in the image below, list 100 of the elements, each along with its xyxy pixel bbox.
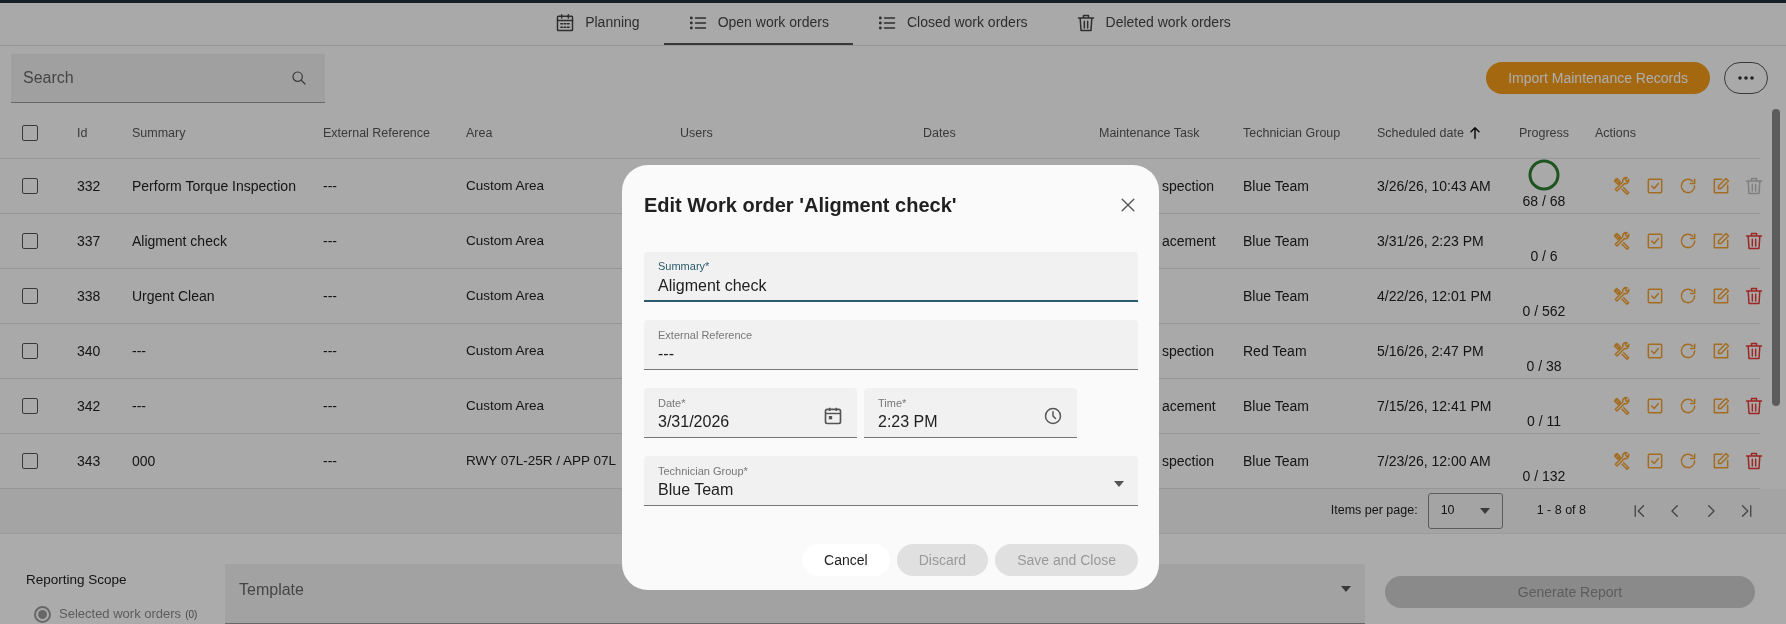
table-cell: Blue Team — [1243, 397, 1309, 414]
input-field[interactable]: External Reference --- — [644, 320, 1138, 370]
table-cell: RWY 07L-25R / APP 07L — [466, 453, 617, 469]
check-square-icon[interactable] — [1645, 176, 1665, 196]
edit-icon[interactable] — [1711, 176, 1731, 196]
table-cell: Blue Team — [1243, 232, 1309, 249]
table-cell: 000 — [132, 452, 156, 469]
caret-down-icon — [1341, 586, 1351, 592]
refresh-icon[interactable] — [1678, 231, 1698, 251]
checkbox[interactable] — [22, 453, 38, 469]
table-cell: --- — [323, 342, 337, 359]
tab[interactable]: Planning — [531, 2, 664, 45]
table-cell: --- — [323, 177, 337, 194]
progress-count: 0 / 6 — [1530, 246, 1558, 266]
table-cell: Custom Area — [466, 343, 545, 359]
tools-icon[interactable] — [1612, 451, 1632, 471]
edit-icon[interactable] — [1711, 451, 1731, 471]
delete-icon[interactable] — [1744, 396, 1764, 416]
tab[interactable]: Deleted work orders — [1051, 2, 1255, 45]
progress-count: 0 / 132 — [1522, 466, 1566, 486]
dialog-title: Edit Work order 'Aligment check' — [644, 193, 957, 217]
checkbox[interactable] — [22, 125, 38, 141]
column-header: Maintenance Task — [1099, 124, 1200, 142]
refresh-icon[interactable] — [1678, 176, 1698, 196]
table-cell: 3/26/26, 10:43 AM — [1377, 177, 1491, 194]
table-cell: Blue Team — [1243, 452, 1309, 469]
column-header: Progress — [1519, 124, 1570, 142]
checkbox[interactable] — [22, 343, 38, 359]
date-field[interactable]: Date* 3/31/2026 — [644, 388, 857, 438]
table-cell: 338 — [77, 287, 101, 304]
tab[interactable]: Open work orders — [663, 2, 853, 45]
table-cell: Aligment check — [132, 232, 227, 249]
table-cell: --- — [323, 287, 337, 304]
table-cell: Blue Team — [1243, 177, 1309, 194]
table-cell: 343 — [77, 452, 101, 469]
table-cell: Custom Area — [466, 178, 545, 194]
delete-icon[interactable] — [1744, 451, 1764, 471]
refresh-icon[interactable] — [1678, 451, 1698, 471]
table-cell: --- — [132, 342, 146, 359]
radio-label: Selected work orders — [59, 605, 182, 624]
radio-button[interactable] — [34, 605, 51, 623]
checkbox[interactable] — [22, 398, 38, 414]
edit-icon[interactable] — [1711, 286, 1731, 306]
section-title: Reporting Scope — [26, 571, 128, 589]
caret-down-icon — [1479, 507, 1490, 514]
checkbox[interactable] — [22, 178, 38, 194]
table-cell: --- — [132, 397, 146, 414]
table-cell: spection — [1162, 177, 1215, 194]
refresh-icon[interactable] — [1678, 286, 1698, 306]
delete-icon[interactable] — [1744, 231, 1764, 251]
calendar-icon — [555, 12, 576, 33]
select-field[interactable]: Technician Group* Blue Team — [644, 456, 1138, 506]
edit-icon[interactable] — [1711, 341, 1731, 361]
delete-icon[interactable] — [1744, 176, 1764, 196]
tools-icon[interactable] — [1612, 176, 1632, 196]
delete-icon[interactable] — [1744, 286, 1764, 306]
column-header: Users — [680, 124, 713, 142]
refresh-icon[interactable] — [1678, 396, 1698, 416]
progress-count: 0 / 562 — [1522, 301, 1566, 321]
column-header: Actions — [1595, 124, 1636, 142]
column-header: Scheduled date — [1377, 124, 1464, 142]
delete-icon[interactable] — [1744, 341, 1764, 361]
edit-icon[interactable] — [1711, 231, 1731, 251]
trash-icon — [1075, 12, 1096, 33]
progress-count: 68 / 68 — [1522, 191, 1566, 211]
table-cell: 5/16/26, 2:47 PM — [1377, 342, 1484, 359]
check-square-icon[interactable] — [1645, 396, 1665, 416]
scrollbar-thumb[interactable] — [1772, 108, 1780, 406]
tools-icon[interactable] — [1612, 396, 1632, 416]
input-field[interactable]: Summary* Aligment check — [644, 252, 1138, 302]
table-cell: 7/15/26, 12:41 PM — [1377, 397, 1492, 414]
search-field[interactable]: Search — [11, 53, 325, 103]
edit-icon[interactable] — [1711, 396, 1731, 416]
tools-icon[interactable] — [1612, 341, 1632, 361]
column-header: Id — [77, 124, 88, 142]
checkbox[interactable] — [22, 233, 38, 249]
clock-icon — [1043, 405, 1063, 426]
table-cell: Custom Area — [466, 398, 545, 414]
table-cell: 337 — [77, 232, 101, 249]
table-cell: Custom Area — [466, 288, 545, 304]
checkbox[interactable] — [22, 288, 38, 304]
table-cell: acement — [1162, 397, 1216, 414]
calendar-icon — [823, 405, 843, 426]
time-field[interactable]: Time* 2:23 PM — [864, 388, 1077, 438]
check-square-icon[interactable] — [1645, 231, 1665, 251]
dialog-button[interactable]: Cancel — [802, 544, 890, 576]
table-cell: Blue Team — [1243, 287, 1309, 304]
check-square-icon[interactable] — [1645, 286, 1665, 306]
table-cell: 340 — [77, 342, 101, 359]
progress-count: 0 / 38 — [1526, 356, 1562, 376]
tools-icon[interactable] — [1612, 231, 1632, 251]
table-cell: 3/31/26, 2:23 PM — [1377, 232, 1484, 249]
check-square-icon[interactable] — [1645, 341, 1665, 361]
table-cell: spection — [1162, 342, 1215, 359]
page-size-select[interactable]: 10 — [1427, 492, 1503, 529]
refresh-icon[interactable] — [1678, 341, 1698, 361]
column-header: Summary — [132, 124, 186, 142]
check-square-icon[interactable] — [1645, 451, 1665, 471]
tab[interactable]: Closed work orders — [852, 2, 1052, 45]
tools-icon[interactable] — [1612, 286, 1632, 306]
